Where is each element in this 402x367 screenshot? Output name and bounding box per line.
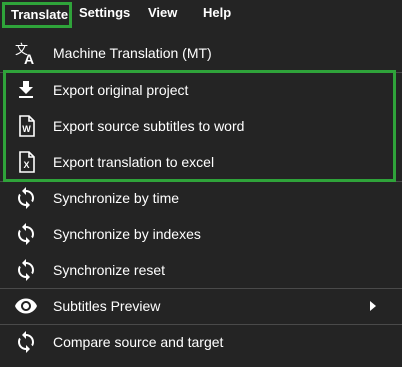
menu-help[interactable]: Help xyxy=(203,0,231,26)
menu-item-label: Synchronize by indexes xyxy=(53,226,201,242)
menu-settings[interactable]: Settings xyxy=(79,0,130,26)
menu-item-machine-translation[interactable]: 文 A Machine Translation (MT) xyxy=(0,35,402,71)
menu-bar: Translate Settings View Help xyxy=(0,0,402,28)
menu-item-label: Synchronize reset xyxy=(53,262,166,278)
translate-icon: 文 A xyxy=(14,41,38,65)
menu-item-synchronize-by-indexes[interactable]: Synchronize by indexes xyxy=(0,216,402,252)
menu-item-compare-source-and-target[interactable]: Compare source and target xyxy=(0,324,402,360)
menu-item-label: Subtitles Preview xyxy=(53,298,161,314)
eye-icon xyxy=(14,294,38,318)
menu-item-export-original-project[interactable]: Export original project xyxy=(0,72,402,108)
menu-item-synchronize-reset[interactable]: Synchronize reset xyxy=(0,252,402,288)
menu-item-label: Machine Translation (MT) xyxy=(53,45,212,61)
word-file-icon: W xyxy=(14,114,38,138)
svg-text:W: W xyxy=(22,124,31,134)
sync-icon xyxy=(14,258,38,282)
app-window: Translate Settings View Help 文 A Machine… xyxy=(0,0,402,367)
menu-item-export-to-word[interactable]: W Export source subtitles to word xyxy=(0,108,402,144)
menu-item-label: Export original project xyxy=(53,82,189,98)
download-icon xyxy=(14,78,38,102)
excel-file-icon: X xyxy=(14,150,38,174)
menu-translate[interactable]: Translate xyxy=(2,2,72,28)
menu-item-export-to-excel[interactable]: X Export translation to excel xyxy=(0,144,402,180)
svg-text:A: A xyxy=(24,51,34,65)
menu-item-label: Export translation to excel xyxy=(53,154,215,170)
menu-view[interactable]: View xyxy=(148,0,177,26)
sync-icon xyxy=(14,330,38,354)
submenu-arrow-icon xyxy=(370,301,376,311)
menu-item-label: Synchronize by time xyxy=(53,190,180,206)
sync-icon xyxy=(14,222,38,246)
menu-item-subtitles-preview[interactable]: Subtitles Preview xyxy=(0,288,402,324)
svg-text:X: X xyxy=(24,160,30,170)
sync-icon xyxy=(14,186,38,210)
menu-item-synchronize-by-time[interactable]: Synchronize by time xyxy=(0,180,402,216)
menu-item-label: Export source subtitles to word xyxy=(53,118,245,134)
menu-item-label: Compare source and target xyxy=(53,334,224,350)
translate-dropdown-menu: 文 A Machine Translation (MT) Export orig… xyxy=(0,32,402,367)
